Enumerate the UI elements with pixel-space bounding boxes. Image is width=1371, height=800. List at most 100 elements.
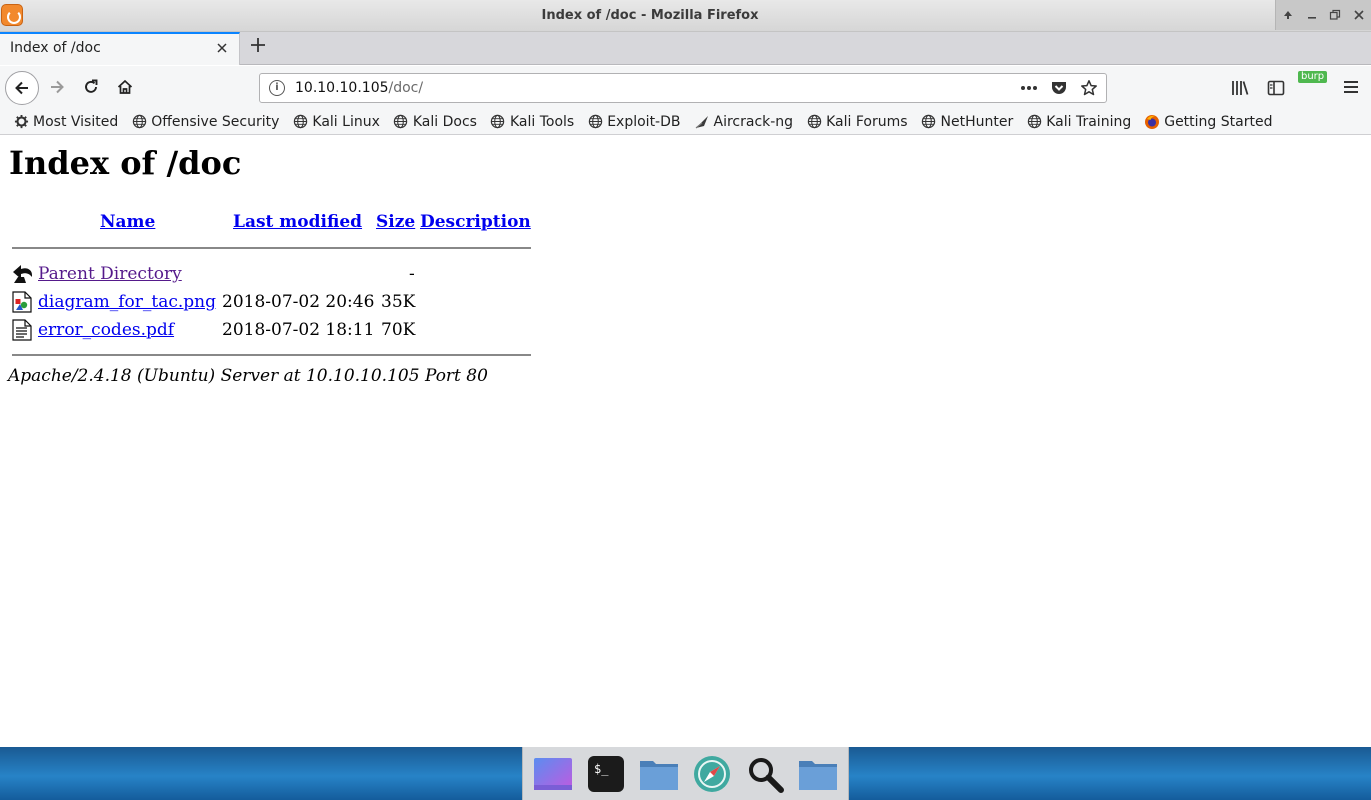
reload-button[interactable] (76, 72, 106, 102)
column-header-last-modified[interactable]: Last modified (233, 212, 362, 238)
bookmark-label: Exploit-DB (607, 113, 681, 130)
row-last-modified: 2018-07-02 18:11 (222, 320, 375, 340)
hamburger-menu-icon[interactable] (1338, 74, 1364, 100)
folder-icon[interactable] (638, 753, 680, 795)
bookmark-kali-forums[interactable]: Kali Forums (806, 113, 908, 130)
bookmark-label: Kali Linux (312, 113, 380, 130)
list-item[interactable]: error_codes.pdf (38, 320, 174, 346)
globe-icon (131, 114, 147, 130)
text-file-icon (12, 319, 32, 341)
column-header-description[interactable]: Description (420, 212, 531, 238)
list-item[interactable]: Parent Directory (38, 264, 182, 290)
file-link[interactable]: diagram_for_tac.png (38, 292, 216, 312)
bookmark-label: Kali Tools (509, 113, 575, 130)
bookmark-label: NetHunter (940, 113, 1014, 130)
bookmark-label: Aircrack-ng (713, 113, 794, 130)
magnifier-icon[interactable] (744, 753, 786, 795)
pocket-icon[interactable] (1048, 77, 1070, 99)
sort-by-name-link[interactable]: Name (100, 212, 155, 232)
column-header-name[interactable]: Name (100, 212, 155, 238)
back-folder-icon (12, 263, 32, 285)
bookmark-getting-started[interactable]: Getting Started (1144, 114, 1272, 130)
home-icon (117, 79, 133, 94)
bookmark-most-visited[interactable]: Most Visited (13, 114, 118, 130)
sort-by-modified-link[interactable]: Last modified (233, 212, 362, 232)
file-link[interactable]: error_codes.pdf (38, 320, 174, 340)
globe-icon (490, 114, 506, 130)
tab-title: Index of /doc (10, 40, 101, 56)
globe-icon (806, 114, 822, 130)
forward-arrow-icon (51, 80, 64, 94)
site-info-icon[interactable]: i (269, 80, 285, 96)
sort-by-description-link[interactable]: Description (420, 212, 531, 232)
desktop-icon[interactable] (532, 753, 574, 795)
bookmark-kali-docs[interactable]: Kali Docs (393, 114, 477, 130)
row-size: - (409, 264, 415, 284)
firefox-icon (1144, 114, 1160, 130)
close-window-icon[interactable] (1350, 6, 1368, 24)
footer-divider (12, 354, 531, 356)
folder-icon[interactable] (797, 753, 839, 795)
page-actions-icon[interactable] (1018, 77, 1040, 99)
tab-strip: Index of /doc (0, 32, 1371, 65)
column-header-size[interactable]: Size (376, 212, 415, 238)
globe-icon (587, 114, 603, 130)
list-item[interactable]: diagram_for_tac.png (38, 292, 216, 318)
server-signature: Apache/2.4.18 (Ubuntu) Server at 10.10.1… (8, 366, 488, 386)
bookmark-offensive-security[interactable]: Offensive Security (131, 114, 279, 130)
globe-icon (393, 114, 409, 130)
sidebar-toggle-icon[interactable] (1262, 74, 1290, 102)
reload-icon (85, 79, 98, 93)
aircrack-icon (694, 114, 710, 130)
tab-index-of-doc[interactable]: Index of /doc (0, 32, 240, 65)
toolbar-right (1226, 74, 1290, 102)
page-heading: Index of /doc (9, 144, 242, 182)
library-icon[interactable] (1226, 74, 1254, 102)
globe-icon (921, 114, 937, 130)
bookmark-label: Getting Started (1164, 113, 1273, 130)
window-controls (1275, 0, 1371, 30)
gear-icon (13, 114, 29, 130)
row-size: 70K (381, 320, 416, 340)
restore-icon[interactable] (1326, 6, 1344, 24)
bookmark-label: Most Visited (33, 113, 119, 130)
row-size: 35K (381, 292, 416, 312)
bookmark-kali-linux[interactable]: Kali Linux (292, 113, 380, 130)
bookmark-exploit-db[interactable]: Exploit-DB (587, 113, 681, 130)
window-titlebar[interactable]: Index of /doc - Mozilla Firefox (0, 0, 1371, 32)
dock: $_ (522, 747, 849, 800)
bookmarks-toolbar: Most Visited Offensive Security Kali Lin… (0, 109, 1371, 135)
bookmark-label: Kali Forums (826, 113, 908, 130)
url-bar[interactable]: i 10.10.10.105/doc/ (259, 73, 1107, 103)
globe-icon (1026, 114, 1042, 130)
url-text[interactable]: 10.10.10.105/doc/ (295, 80, 423, 96)
header-divider (12, 247, 531, 249)
bookmark-kali-tools[interactable]: Kali Tools (490, 114, 574, 130)
parent-directory-link[interactable]: Parent Directory (38, 264, 182, 284)
bookmark-nethunter[interactable]: NetHunter (921, 113, 1014, 130)
browser-compass-icon[interactable] (691, 753, 733, 795)
sort-by-size-link[interactable]: Size (376, 212, 415, 232)
globe-icon (292, 114, 308, 130)
bookmark-label: Kali Docs (412, 113, 477, 130)
bookmark-label: Offensive Security (151, 113, 280, 130)
tab-close-icon[interactable] (212, 39, 232, 59)
keep-above-icon[interactable] (1279, 6, 1297, 24)
bookmark-aircrack-ng[interactable]: Aircrack-ng (694, 113, 794, 130)
bookmark-kali-training[interactable]: Kali Training (1026, 114, 1131, 130)
page-content: Index of /doc Name Last modified Size De… (0, 136, 1371, 747)
terminal-icon[interactable]: $_ (585, 753, 627, 795)
bookmark-star-icon[interactable] (1078, 77, 1100, 99)
taskbar: $_ (0, 747, 1371, 800)
forward-button[interactable] (42, 72, 72, 102)
row-last-modified: 2018-07-02 20:46 (222, 292, 375, 312)
back-arrow-icon (15, 81, 28, 95)
new-tab-button[interactable] (246, 36, 270, 60)
navigation-toolbar: i 10.10.10.105/doc/ (0, 66, 1371, 165)
burp-badge: burp (1298, 71, 1328, 83)
plus-icon (251, 38, 265, 52)
home-button[interactable] (110, 72, 140, 102)
back-button[interactable] (5, 71, 39, 105)
minimize-icon[interactable] (1303, 6, 1321, 24)
svg-text:$_: $_ (594, 762, 609, 776)
